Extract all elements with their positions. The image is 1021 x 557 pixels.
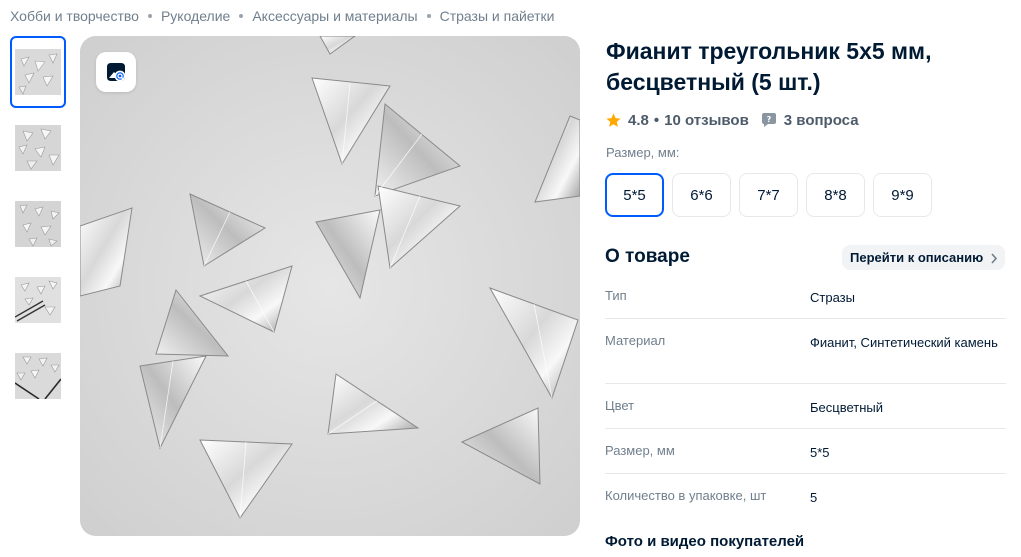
reviews-link[interactable]: 10 отзывов (664, 112, 749, 129)
spec-value: 5*5 (810, 445, 830, 460)
breadcrumb-separator (426, 14, 431, 18)
image-search-button[interactable] (96, 52, 136, 92)
size-option-7x7[interactable]: 7*7 (739, 173, 798, 217)
spec-row: Размер, мм 5*5 (605, 429, 1006, 474)
thumbnail-image (15, 201, 61, 247)
breadcrumb-rhinestones[interactable]: Стразы и пайетки (440, 8, 555, 24)
customer-photos-heading: Фото и видео покупателей (605, 533, 805, 550)
size-option-9x9[interactable]: 9*9 (873, 173, 932, 217)
spec-row: Количество в упаковке, шт 5 (605, 474, 1006, 519)
size-option-5x5[interactable]: 5*5 (605, 173, 664, 217)
thumbnail-image (15, 277, 61, 323)
breadcrumb-separator (147, 14, 152, 18)
spec-name: Цвет (605, 398, 635, 413)
product-title: Фианит треугольник 5x5 мм, бесцветный (5… (606, 38, 932, 95)
size-option-6x6[interactable]: 6*6 (672, 173, 731, 217)
breadcrumb-hobby[interactable]: Хобби и творчество (10, 8, 139, 24)
about-product-heading: О товаре (605, 246, 690, 267)
image-search-icon (103, 59, 129, 85)
thumbnail-4[interactable] (10, 264, 66, 336)
breadcrumb: Хобби и творчество Рукоделие Аксессуары … (10, 7, 554, 25)
thumbnail-3[interactable] (10, 188, 66, 260)
thumbnail-5[interactable] (10, 340, 66, 412)
thumbnail-image (15, 353, 61, 399)
specs-table: Тип Стразы Материал Фианит, Синтетически… (605, 274, 1006, 519)
rating-value: 4.8 (628, 111, 649, 129)
spec-name: Количество в упаковке, шт (605, 488, 767, 503)
breadcrumb-accessories[interactable]: Аксессуары и материалы (252, 8, 417, 24)
thumbnail-1[interactable] (10, 36, 66, 108)
size-label: Размер, мм: (606, 145, 680, 160)
spec-value: Фианит, Синтетический камень (810, 335, 998, 350)
go-to-description-label: Перейти к описанию (850, 250, 984, 265)
breadcrumb-separator (239, 14, 244, 18)
spec-name: Тип (605, 288, 627, 303)
spec-row: Материал Фианит, Синтетический камень (605, 319, 1006, 384)
chevron-right-icon (990, 252, 998, 267)
spec-row: Тип Стразы (605, 274, 1006, 319)
thumbnail-2[interactable] (10, 112, 66, 184)
size-option-8x8[interactable]: 8*8 (806, 173, 865, 217)
svg-text:?: ? (766, 115, 771, 124)
size-selector: 5*5 6*6 7*7 8*8 9*9 (605, 173, 940, 217)
breadcrumb-needlework[interactable]: Рукоделие (161, 8, 230, 24)
spec-value: Стразы (810, 290, 855, 305)
star-icon (605, 112, 622, 129)
rating-row: 4.8 • 10 отзывов ? 3 вопроса (605, 110, 859, 130)
questions-link[interactable]: 3 вопроса (784, 112, 859, 129)
thumbnail-image (15, 125, 61, 171)
spec-name: Размер, мм (605, 443, 675, 458)
spec-value: 5 (810, 490, 818, 505)
thumbnail-image (15, 49, 61, 95)
rating-separator: • (653, 111, 660, 129)
question-bubble-icon: ? (761, 112, 777, 128)
spec-name: Материал (605, 333, 666, 348)
spec-value: Бесцветный (810, 400, 884, 415)
main-product-photo[interactable] (80, 36, 580, 536)
thumbnail-strip (10, 36, 67, 416)
go-to-description-button[interactable]: Перейти к описанию (842, 245, 1006, 270)
spec-row: Цвет Бесцветный (605, 384, 1006, 429)
